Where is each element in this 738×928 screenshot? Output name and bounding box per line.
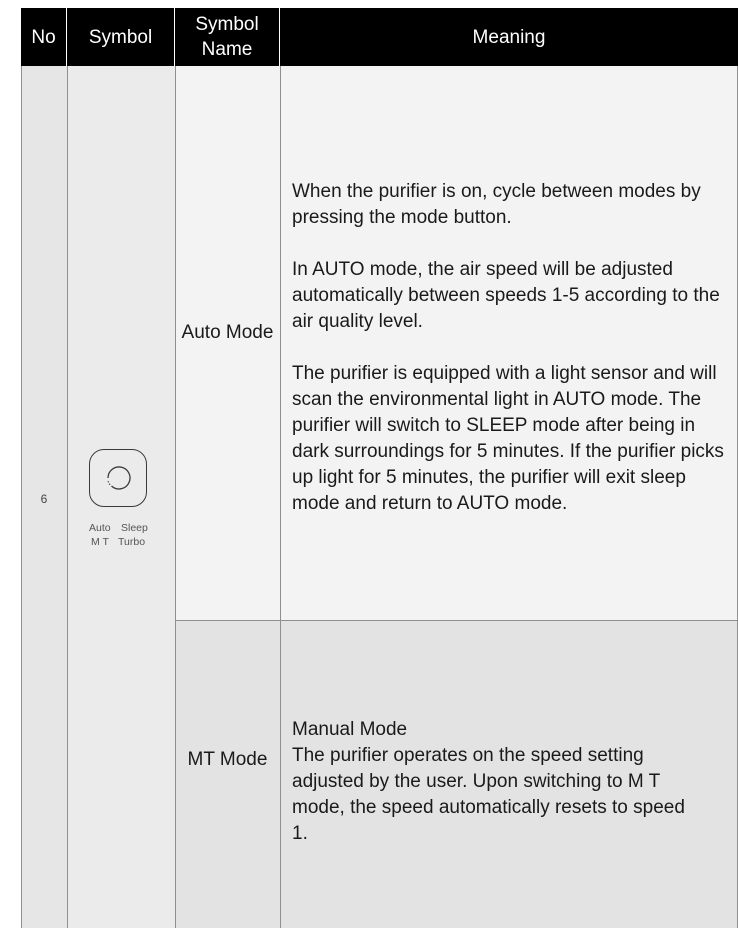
grid-line: [67, 66, 68, 928]
circular-arrow-icon: [107, 466, 131, 490]
meaning-title: Manual Mode: [292, 719, 408, 740]
row-divider: [175, 620, 738, 621]
grid-line: [280, 66, 281, 928]
meaning-paragraph: In AUTO mode, the air speed will be adju…: [292, 259, 720, 332]
symbol-label-auto: Auto: [89, 522, 111, 534]
header-no: No: [21, 8, 67, 66]
mode-name-auto: Auto Mode: [181, 322, 274, 343]
meaning-paragraph: The purifier operates on the speed setti…: [292, 745, 685, 844]
symbol-label-sleep: Sleep: [121, 522, 148, 534]
meaning-paragraph: The purifier is equipped with a light se…: [292, 363, 724, 514]
mode-name-mt: MT Mode: [187, 749, 268, 770]
auto-mode-meaning: When the purifier is on, cycle between m…: [292, 179, 737, 517]
mode-button-icon: [89, 449, 147, 507]
header-meaning: Meaning: [280, 8, 738, 66]
symbol-table: No Symbol Symbol Name Meaning 6 Auto Sle…: [21, 8, 738, 928]
row-number: 6: [40, 492, 48, 506]
meaning-paragraph: When the purifier is on, cycle between m…: [292, 181, 701, 228]
symbol-label-mt: M T: [91, 536, 109, 548]
grid-line: [175, 66, 176, 928]
header-symbol-name: Symbol Name: [175, 8, 280, 66]
symbol-label-turbo: Turbo: [118, 536, 146, 548]
header-symbol: Symbol: [67, 8, 175, 66]
mt-mode-meaning: Manual Mode The purifier operates on the…: [292, 717, 702, 847]
